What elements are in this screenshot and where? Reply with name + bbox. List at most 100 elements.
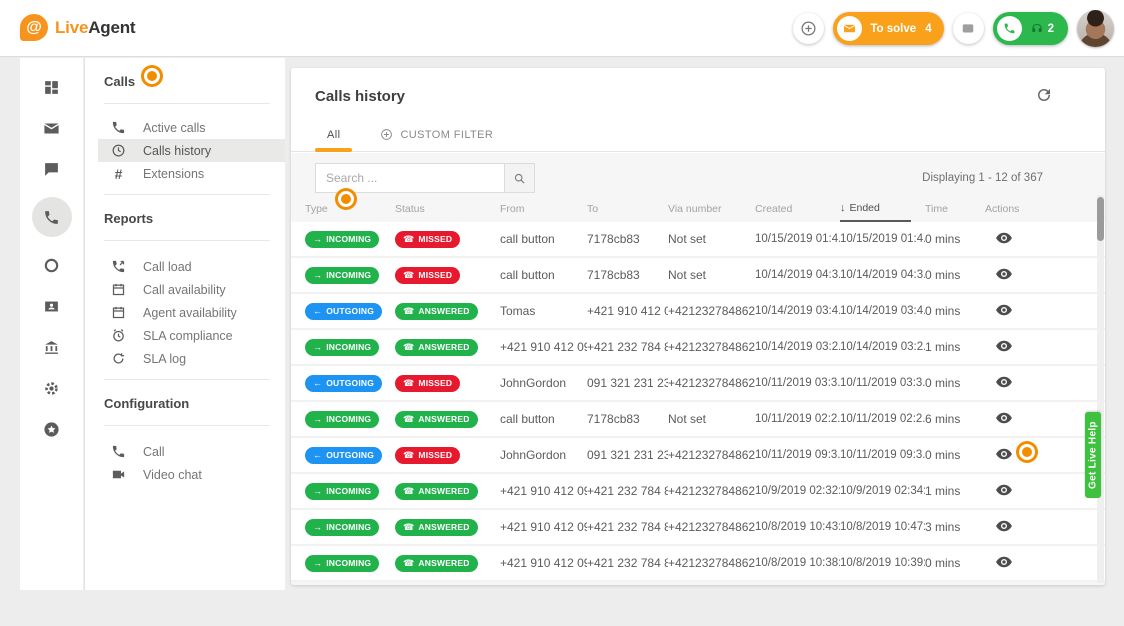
via-number-cell: Not set	[668, 268, 755, 282]
view-call-button[interactable]	[995, 229, 1013, 247]
eye-icon	[995, 409, 1013, 427]
add-new-button[interactable]	[793, 13, 824, 44]
type-badge: →INCOMING	[305, 411, 379, 428]
sidebar-item-calls-history[interactable]: Calls history	[98, 139, 285, 162]
time-cell: 6 mins	[925, 412, 985, 426]
sidebar-section-reports: Reports	[85, 207, 285, 231]
view-call-button[interactable]	[995, 517, 1013, 535]
eye-icon	[995, 301, 1013, 319]
logo-bubble-icon: @	[20, 14, 48, 41]
calls-online-count: 2	[1048, 23, 1054, 35]
column-header-from[interactable]: From	[500, 195, 587, 222]
via-number-cell: Not set	[668, 232, 755, 246]
to-cell: +421 232 784 862	[587, 484, 668, 498]
envelope-icon	[843, 22, 856, 35]
sidebar-item-extensions[interactable]: #Extensions	[85, 162, 285, 185]
dashboard-grid-icon	[43, 79, 60, 96]
via-number-cell: Not set	[668, 412, 755, 426]
column-header-to[interactable]: To	[587, 195, 668, 222]
table-row: →INCOMING ☎ANSWERED +421 910 412 090 +42…	[291, 474, 1105, 510]
search-input[interactable]	[315, 163, 505, 193]
time-cell: 0 mins	[925, 232, 985, 246]
direction-arrow-icon: ←	[313, 451, 322, 460]
sidebar-item-call-load[interactable]: Call load	[85, 255, 285, 278]
rail-item-dashboard[interactable]	[32, 74, 72, 100]
eye-icon	[995, 553, 1013, 571]
get-live-help-tab[interactable]: Get Live Help	[1085, 412, 1101, 498]
rail-item-company[interactable]	[32, 334, 72, 360]
sidebar-item-call-availability[interactable]: Call availability	[85, 278, 285, 301]
rail-item-chats[interactable]	[32, 156, 72, 182]
view-call-button[interactable]	[995, 337, 1013, 355]
rail-item-contacts[interactable]	[32, 293, 72, 319]
hash-icon: #	[111, 166, 126, 182]
created-cell: 10/11/2019 02:2...	[755, 413, 840, 425]
rail-item-settings[interactable]	[32, 375, 72, 401]
chat-square-icon	[961, 22, 975, 36]
ended-cell: 10/9/2019 02:34:...	[840, 485, 925, 497]
table-row: →INCOMING ☎ANSWERED +421 910 412 090 +42…	[291, 510, 1105, 546]
user-avatar[interactable]	[1077, 10, 1114, 47]
view-call-button[interactable]	[995, 409, 1013, 427]
rail-item-addons[interactable]	[32, 416, 72, 442]
direction-arrow-icon: ←	[313, 307, 322, 316]
time-cell: 0 mins	[925, 448, 985, 462]
from-cell: call button	[500, 232, 587, 246]
refresh-icon	[1035, 86, 1053, 104]
view-call-button[interactable]	[995, 445, 1013, 463]
sidebar-item-active-calls[interactable]: Active calls	[85, 116, 285, 139]
type-badge: ←OUTGOING	[305, 447, 382, 464]
column-header-status[interactable]: Status	[395, 195, 500, 222]
view-call-button[interactable]	[995, 301, 1013, 319]
eye-icon	[995, 229, 1013, 247]
column-header-ended[interactable]: ↓Ended	[840, 195, 911, 222]
view-call-button[interactable]	[995, 553, 1013, 571]
column-header-time[interactable]: Time	[925, 195, 985, 222]
rail-item-social[interactable]	[32, 252, 72, 278]
to-solve-button[interactable]: To solve 4	[833, 12, 943, 45]
sidebar-item-sla-log[interactable]: SLA log	[85, 347, 285, 370]
table-area: Displaying 1 - 12 of 367 Type Status Fro…	[291, 153, 1105, 585]
column-header-actions: Actions	[985, 195, 1091, 222]
search-button[interactable]	[505, 163, 535, 193]
table-scrollbar	[1097, 195, 1104, 583]
sidebar-item-sla-compliance[interactable]: SLA compliance	[85, 324, 285, 347]
type-badge: →INCOMING	[305, 267, 379, 284]
table-row: ←OUTGOING ☎ANSWERED Tomas +421 910 412 0…	[291, 294, 1105, 330]
column-header-created[interactable]: Created	[755, 195, 840, 222]
view-call-button[interactable]	[995, 265, 1013, 283]
status-badge: ☎ANSWERED	[395, 483, 478, 500]
rail-item-calls[interactable]	[32, 197, 72, 237]
scrollbar-thumb[interactable]	[1097, 197, 1104, 241]
view-call-button[interactable]	[995, 373, 1013, 391]
phone-icon: ☎	[403, 487, 414, 496]
to-solve-label: To solve	[870, 23, 916, 35]
table-row: →INCOMING ☎ANSWERED +421 910 412 090 +42…	[291, 546, 1105, 582]
table-row: →INCOMING ☎ANSWERED +421 910 412 090 +42…	[291, 330, 1105, 366]
created-cell: 10/15/2019 01:4...	[755, 233, 840, 245]
rail-item-tickets[interactable]	[32, 115, 72, 141]
direction-arrow-icon: →	[313, 559, 322, 568]
column-header-via-number[interactable]: Via number	[668, 195, 755, 222]
ended-cell: 10/11/2019 02:2...	[840, 413, 925, 425]
view-call-button[interactable]	[995, 481, 1013, 499]
time-cell: 0 mins	[925, 556, 985, 570]
table-row: ←OUTGOING ☎MISSED JohnGordon 091 321 231…	[291, 366, 1105, 402]
ended-cell: 10/14/2019 03:2...	[840, 341, 925, 353]
tab-all[interactable]: All	[315, 118, 352, 151]
calls-online-button[interactable]: 2	[993, 12, 1068, 45]
video-camera-icon	[111, 467, 126, 482]
to-cell: +421 232 784 862	[587, 556, 668, 570]
sidebar-item-video-chat[interactable]: Video chat	[85, 463, 285, 486]
sidebar-item-agent-availability[interactable]: Agent availability	[85, 301, 285, 324]
to-cell: 091 321 231 231	[587, 448, 668, 462]
ended-cell: 10/11/2019 03:3...	[840, 377, 925, 389]
sidebar-item-call-config[interactable]: Call	[85, 440, 285, 463]
chat-bubble-icon	[43, 161, 60, 178]
tab-custom-filter[interactable]: CUSTOM FILTER	[368, 118, 505, 151]
refresh-button[interactable]	[1035, 86, 1053, 104]
chats-button[interactable]	[953, 13, 984, 44]
phone-icon: ☎	[403, 271, 414, 280]
table-header: Type Status From To Via number Created ↓…	[291, 195, 1105, 222]
liveagent-logo[interactable]: @ LiveAgent	[20, 14, 135, 41]
